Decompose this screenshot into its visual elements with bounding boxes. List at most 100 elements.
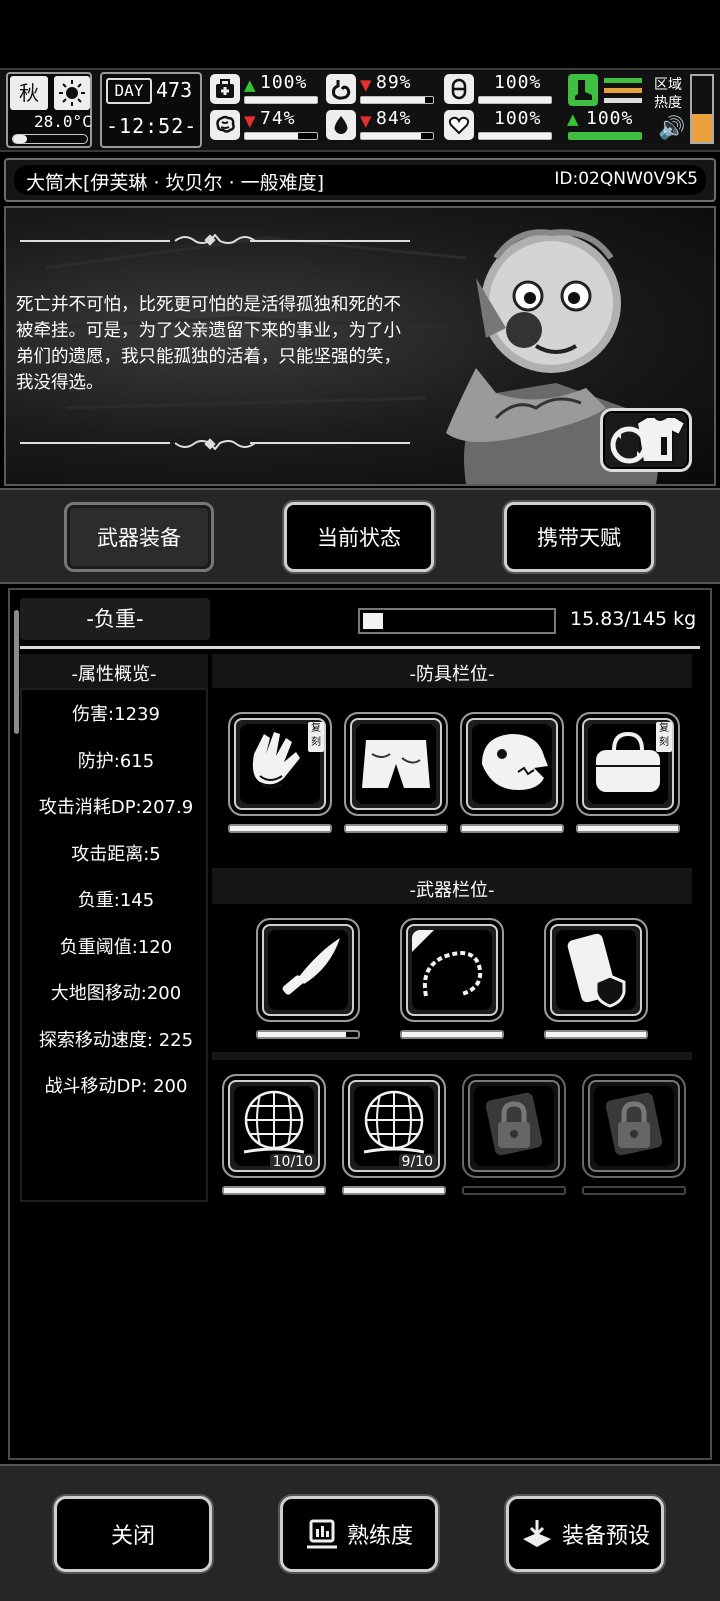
attribute-item: 探索移动速度: 225 [38,1029,194,1051]
attribute-item: 大地图移动:200 [50,983,182,1004]
tool-slots: 10/10 9/10 [212,1060,692,1202]
zone-label: 区域 [654,77,682,93]
load-label: -负重- [20,598,210,640]
brain-icon [210,110,240,140]
durability-bar [228,824,332,833]
trend-down-icon: ▼ [360,112,372,130]
boot-bar [568,132,642,140]
weapon-slot[interactable] [544,918,648,1022]
knife-icon [268,930,348,1010]
heart-icon [444,110,474,140]
gear-panel: -防具栏位- 复刻 复刻 -武器栏位- 10/10 9/10 [212,654,692,1202]
item-count: 9/10 [398,1154,436,1170]
weapons-title: -武器栏位- [409,880,495,901]
attribute-item: 负重:145 [77,890,155,911]
sun-icon [54,76,90,110]
lock-icon [474,1086,554,1166]
durability-bar [400,1030,504,1039]
vital-value: 100% [494,108,542,129]
game-screen: 秋 28.0°C DAY 473 -12:52- ▲ 100% ▼ 89% 100% ▼ 7… [0,0,720,1601]
proficiency-label: 熟练度 [346,1524,413,1549]
attributes-title: -属性概览- [71,664,157,685]
capsule-icon [444,74,474,104]
load-value: 15.83/145 kg [570,608,697,630]
armor-slot[interactable]: 复刻 [228,712,332,816]
thorn-whip-icon [412,930,492,1010]
proficiency-icon [306,1519,337,1549]
durability-bar [460,824,564,833]
proficiency-button[interactable]: 熟练度 [280,1496,438,1572]
boot-value: 100% [586,108,634,129]
trend-up-icon: ▲ [244,76,256,94]
attribute-item: 战斗移动DP: 200 [44,1076,188,1097]
armor-slot[interactable]: 复刻 [576,712,680,816]
tab-weapons-equipment[interactable]: 武器装备 [64,502,214,572]
tab-carried-talents[interactable]: 携带天赋 [504,502,654,572]
shorts-icon [356,724,436,804]
armor-slot[interactable] [344,712,448,816]
attribute-item: 负重阈值:120 [59,936,173,958]
outfit-swap-icon [610,416,687,464]
armor-slot[interactable] [460,712,564,816]
water-drop-icon [326,110,356,140]
character-name: 大筒木[伊芙琳 · 坎贝尔 · 一般难度] [26,172,325,194]
vital-value: 100% [260,72,308,93]
fatigue-stripes [604,78,642,106]
weapon-slot[interactable] [256,918,360,1022]
zone-heat-meter [690,74,714,144]
divider [20,646,700,649]
boot-icon [568,74,598,106]
replica-badge: 复刻 [656,722,672,752]
attribute-item: 攻击消耗DP:207.9 [38,797,194,818]
vital-value: 89% [376,72,412,93]
vital-value: 74% [260,108,296,129]
item-count: 10/10 [269,1154,316,1170]
tool-slot [462,1074,566,1178]
durability-bar [222,1186,326,1195]
lock-icon [594,1086,674,1166]
durability-bar [342,1186,446,1195]
load-bar [358,608,556,634]
speaker-icon[interactable]: 🔊 [658,116,685,141]
day-time-panel: DAY 473 -12:52- [100,72,202,148]
game-clock: -12:52- [106,114,198,138]
vital-bar [360,96,434,104]
vital-bar [244,96,318,104]
equipment-preset-button[interactable]: 装备预设 [506,1496,664,1572]
attributes-panel: -属性概览- 伤害:1239 防护:615 攻击消耗DP:207.9 攻击距离:5 负重… [20,654,208,1202]
trend-down-icon: ▼ [244,112,256,130]
durability-bar [576,824,680,833]
scrollbar[interactable] [14,610,19,734]
tool-slot[interactable]: 9/10 [342,1074,446,1178]
ornament-top [20,234,410,246]
durability-bar [256,1030,360,1039]
tool-slot[interactable]: 10/10 [222,1074,326,1178]
vital-value: 100% [494,72,542,93]
attributes-list: 伤害:1239 防护:615 攻击消耗DP:207.9 攻击距离:5 负重:145 负重阈… [20,688,208,1202]
weapon-slot[interactable] [400,918,504,1022]
character-id: ID:02QNW0V9K5 [554,169,698,189]
temperature: 28.0°C [34,112,92,131]
tab-bar: 武器装备 当前状态 携带天赋 [0,488,720,584]
bottom-bar: 关闭 熟练度 装备预设 [0,1464,720,1601]
durability-bar [544,1030,648,1039]
day-label: DAY [106,78,152,104]
medkit-icon [210,74,240,104]
dinosaur-mask-icon [472,724,552,804]
attribute-item: 伤害:1239 [72,704,160,725]
heat-label: 热度 [654,95,682,111]
day-number: 473 [156,78,193,102]
replica-badge: 复刻 [308,722,324,752]
weather-panel: 秋 28.0°C [6,72,92,148]
vital-bar [244,132,318,140]
tool-slot [582,1074,686,1178]
durability-bar [462,1186,566,1195]
preset-icon [522,1520,551,1547]
character-portrait-panel: 死亡并不可怕，比死更可怕的是活得孤独和死的不被牵挂。可是，为了父亲遗留下来的事业… [4,206,716,486]
status-hud: 秋 28.0°C DAY 473 -12:52- ▲ 100% ▼ 89% 100% ▼ 7… [0,68,720,152]
attribute-item: 攻击距离:5 [71,843,161,865]
armor-slots: 复刻 复刻 [212,688,692,868]
outfit-swap-button[interactable] [600,408,692,472]
close-button[interactable]: 关闭 [54,1496,212,1572]
tab-current-status[interactable]: 当前状态 [284,502,434,572]
